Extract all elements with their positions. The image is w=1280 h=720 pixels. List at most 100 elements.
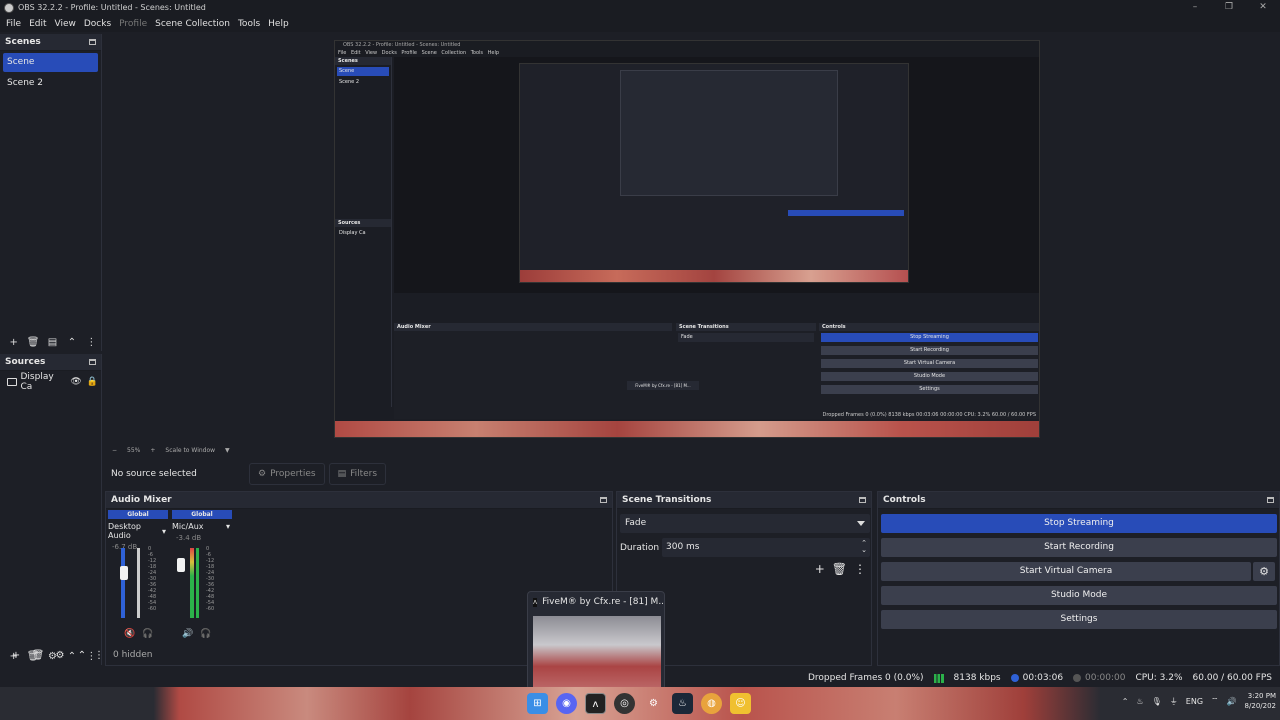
popup-title: FiveM® by Cfx.re - [81] M...	[542, 597, 664, 607]
clock-time: 3:20 PM	[1247, 692, 1276, 700]
volume-slider-handle[interactable]	[177, 558, 185, 572]
scene-item-scene-2[interactable]: Scene 2	[3, 74, 98, 93]
chevron-down-icon[interactable]: ▾	[162, 527, 166, 536]
settings-gear-icon[interactable]: ⚙	[643, 693, 664, 714]
duration-input[interactable]: 300 ms ⌃ ⌄	[662, 538, 870, 557]
tray-steam-icon[interactable]: ♨	[1136, 697, 1143, 706]
preview-canvas[interactable]: OBS 32.2.2 - Profile: Untitled - Scenes:…	[104, 34, 1280, 444]
menu-help[interactable]: Help	[268, 19, 289, 29]
filters-button[interactable]: ▤ Filters	[328, 463, 387, 485]
language-indicator[interactable]: ENG	[1186, 697, 1203, 706]
tray-usb-icon[interactable]: ⏚	[1170, 696, 1178, 707]
undock-icon[interactable]	[89, 39, 96, 45]
tray-chevron-up-icon[interactable]: ⌃	[1122, 697, 1129, 706]
undock-icon[interactable]	[1267, 497, 1274, 503]
start-windows-icon[interactable]: ⊞	[527, 693, 548, 714]
undock-icon[interactable]	[859, 497, 866, 503]
scene-filters-icon[interactable]: ▤	[43, 337, 62, 348]
visibility-eye-icon[interactable]: 👁	[70, 377, 81, 387]
wifi-icon[interactable]: ⌔	[1211, 696, 1219, 706]
add-transition-icon[interactable]: +	[815, 562, 825, 576]
menu-edit[interactable]: Edit	[29, 19, 46, 29]
menu-view[interactable]: View	[55, 19, 76, 29]
hidden-count: 0 hidden	[113, 650, 153, 660]
discord-yellow-icon[interactable]: ☺	[730, 693, 751, 714]
menu-docks[interactable]: Docks	[84, 19, 111, 29]
inner-scene-1: Scene	[337, 67, 389, 76]
muted-speaker-icon[interactable]: 🔇	[124, 629, 135, 639]
duration-row: Duration 300 ms ⌃ ⌄	[620, 538, 870, 557]
inner-fade: Fade	[678, 333, 814, 342]
chrome-icon[interactable]: ◍	[701, 693, 722, 714]
move-up-icon[interactable]: ⌃	[62, 337, 81, 348]
menu-tools[interactable]: Tools	[238, 19, 260, 29]
scale-mode[interactable]: Scale to Window	[165, 447, 215, 454]
remove-scene-icon[interactable]: 🗑	[23, 337, 42, 348]
fivem-taskbar-icon[interactable]: ʌ	[585, 693, 606, 714]
undock-icon[interactable]	[600, 497, 607, 503]
zoom-in-icon[interactable]: +	[150, 447, 155, 454]
filters-label: Filters	[350, 469, 378, 479]
clock[interactable]: 3:20 PM 8/20/202	[1245, 691, 1276, 711]
lock-icon[interactable]: 🔒	[87, 377, 98, 387]
discord-icon[interactable]: ◉	[556, 693, 577, 714]
nested-taskbar	[520, 270, 908, 282]
studio-mode-button[interactable]: Studio Mode	[881, 586, 1277, 605]
audio-mixer-title: Audio Mixer	[111, 495, 172, 505]
remove-icon[interactable]: 🗑	[27, 650, 49, 661]
maximize-button[interactable]: ❐	[1212, 0, 1246, 15]
properties-button[interactable]: ⚙ Properties	[249, 463, 325, 485]
stop-streaming-button[interactable]: Stop Streaming	[881, 514, 1277, 533]
menu-profile[interactable]: Profile	[119, 19, 147, 29]
controls-title: Controls	[883, 495, 926, 505]
transition-value: Fade	[625, 518, 647, 528]
close-button[interactable]: ✕	[1246, 0, 1280, 15]
chevron-down-icon[interactable]: ▾	[226, 522, 230, 531]
add-scene-icon[interactable]: +	[4, 337, 23, 348]
channel-name[interactable]: Desktop Audio ▾	[108, 522, 168, 540]
context-bar: No source selected ⚙ Properties ▤ Filter…	[104, 460, 1280, 488]
settings-button[interactable]: Settings	[881, 610, 1277, 629]
minimize-button[interactable]: –	[1178, 0, 1212, 15]
chevron-down-icon[interactable]: ▼	[225, 447, 230, 454]
channel-name[interactable]: Mic/Aux ▾	[172, 522, 232, 531]
volume-meter	[121, 548, 125, 618]
scenes-dock: Scenes Scene Scene 2 + 🗑 ▤ ⌃ ⋮	[0, 34, 102, 351]
virtual-camera-settings-icon[interactable]: ⚙	[1253, 562, 1275, 581]
menu-file[interactable]: File	[6, 19, 21, 29]
speaker-icon[interactable]: 🔊	[182, 629, 193, 639]
zoom-out-icon[interactable]: −	[112, 447, 117, 454]
volume-meter	[190, 548, 194, 618]
steam-icon[interactable]: ♨	[672, 693, 693, 714]
undock-icon[interactable]	[89, 359, 96, 365]
add-icon[interactable]: +	[5, 650, 27, 661]
more-icon[interactable]: ⋮	[854, 562, 866, 576]
start-virtual-camera-button[interactable]: Start Virtual Camera	[881, 562, 1251, 581]
popup-title-row: ʌ FiveM® by Cfx.re - [81] M...	[528, 592, 664, 612]
source-item-display-capture[interactable]: Display Ca 👁 🔒	[3, 372, 98, 392]
volume-icon[interactable]: 🔊	[1227, 697, 1237, 706]
db-scale: 0 -6 -12 -18 -24 -30 -36 -42 -48 -54 -60	[206, 546, 215, 612]
inner-taskbar	[335, 421, 1039, 437]
fivem-icon: ʌ	[533, 597, 538, 607]
transition-tools: + 🗑 ⋮	[815, 562, 866, 576]
volume-slider[interactable]	[137, 548, 140, 618]
obs-taskbar-icon[interactable]: ◎	[614, 693, 635, 714]
fps: 60.00 / 60.00 FPS	[1192, 673, 1272, 683]
tray-mic-icon[interactable]: 🎙	[1152, 697, 1162, 706]
move-up-icon[interactable]: ⌃	[71, 650, 93, 661]
volume-slider-handle[interactable]	[120, 566, 128, 580]
volume-slider[interactable]	[196, 548, 199, 618]
more-icon[interactable]: ⋮	[93, 650, 105, 661]
headphones-icon[interactable]: 🎧	[200, 629, 211, 639]
gear-icon[interactable]: ⚙	[49, 650, 71, 661]
scene-item-scene[interactable]: Scene	[3, 53, 98, 72]
menu-scene-collection[interactable]: Scene Collection	[155, 19, 230, 29]
sources-title: Sources	[5, 357, 46, 367]
remove-transition-icon[interactable]: 🗑	[832, 562, 847, 576]
more-icon[interactable]: ⋮	[82, 337, 101, 348]
spinner-arrows-icon[interactable]: ⌃ ⌄	[861, 540, 867, 554]
start-recording-button[interactable]: Start Recording	[881, 538, 1277, 557]
transition-select[interactable]: Fade	[620, 514, 870, 533]
headphones-icon[interactable]: 🎧	[142, 629, 153, 639]
